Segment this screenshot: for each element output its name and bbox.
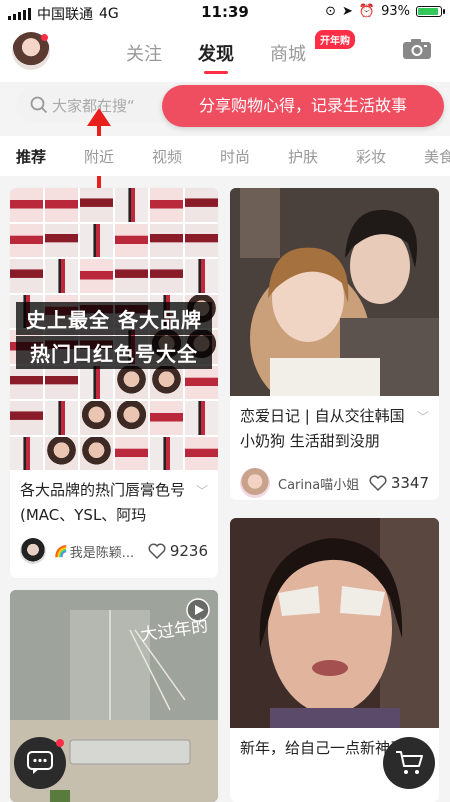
cart-icon [396,751,423,774]
rainbow-icon: 🌈 [54,544,68,558]
user-avatar[interactable] [12,32,50,70]
category-fashion[interactable]: 时尚 [220,146,250,167]
card-title: 恋爱日记 | 自从交往韩国小奶狗 生活甜到没朋 [240,407,405,450]
mall-badge: 开年购 [315,30,355,49]
location-icon: ➤ [342,4,353,19]
collage-tile [10,436,43,470]
play-icon[interactable] [186,598,210,622]
collage-tile [80,259,113,293]
collage-tile [80,436,113,470]
category-makeup[interactable]: 彩妆 [356,146,386,167]
top-tabs: 关注 发现 商城 [126,40,306,74]
collage-tile [185,223,218,257]
tab-follow[interactable]: 关注 [126,40,162,66]
chat-icon [27,751,53,774]
collage-tile [10,188,43,222]
alarm-icon: ⏰ [358,4,376,19]
collage-tile [45,188,78,222]
collage-tile [115,188,148,222]
collage-tile [185,436,218,470]
feed-card[interactable]: 史上最全 各大品牌 热门口红色号大全 各大品牌的热门唇膏色号(MAC、YSL、阿… [10,188,218,578]
card-meta: 🌈 我是陈颖... 9236 [20,538,208,564]
collage-tile [10,365,43,399]
category-food[interactable]: 美食 [424,146,450,167]
collage-tile [45,401,78,435]
search-icon [30,96,48,114]
collage-tile [80,188,113,222]
unread-dot [56,739,64,747]
collage-tile [185,365,218,399]
author-avatar[interactable] [20,538,46,564]
collage-tile [150,436,183,470]
image-caption-line1: 史上最全 各大品牌 [16,302,212,335]
collage-tile [185,259,218,293]
like-count: 3347 [390,474,429,492]
collage-tile [115,259,148,293]
rotation-lock-icon: ⊙ [325,4,336,19]
selfie-photo [230,518,439,728]
collage-tile [185,188,218,222]
collage-tile [80,401,113,435]
like-count: 9236 [169,542,208,560]
collage-tile [115,223,148,257]
collage-tile [45,223,78,257]
card-meta: Carina喵小姐 3347 [240,468,429,498]
collage-tile [80,223,113,257]
collage-tile [150,365,183,399]
collage-tile [80,365,113,399]
collage-tile [115,365,148,399]
tab-discover[interactable]: 发现 [198,40,234,74]
collage-tile [150,259,183,293]
author-name[interactable]: Carina喵小姐 [278,474,365,493]
collage-tile [150,188,183,222]
chevron-down-icon[interactable]: ﹀ [417,408,429,425]
collage-tile [45,259,78,293]
heart-icon[interactable] [369,475,387,491]
collage-tile [150,401,183,435]
collage-tile [45,436,78,470]
couple-photo [230,188,439,396]
category-nearby[interactable]: 附近 [84,146,114,167]
author-avatar[interactable] [240,468,270,498]
collage-tile [10,259,43,293]
collage-tile [115,401,148,435]
card-title: 各大品牌的热门唇膏色号(MAC、YSL、阿玛 [20,481,186,524]
collage-tile [185,401,218,435]
collage-tile [45,365,78,399]
camera-icon[interactable] [402,38,432,60]
status-bar: 中国联通 4G 11:39 ⊙ ➤ ⏰ 93% [0,0,450,26]
heart-icon[interactable] [148,543,166,559]
lipstick-collage-image: 史上最全 各大品牌 热门口红色号大全 [10,188,218,470]
chevron-down-icon[interactable]: ﹀ [196,482,208,499]
category-tabs: 推荐 附近 视频 时尚 护肤 彩妆 美食 [0,136,450,176]
notification-dot [41,34,48,41]
image-caption-line2: 热门口红色号大全 [16,336,212,369]
feed-card[interactable]: 恋爱日记 | 自从交往韩国小奶狗 生活甜到没朋 ﹀ Carina喵小姐 3347 [230,188,439,500]
battery-percent: 93% [381,4,410,19]
tab-mall[interactable]: 商城 [270,40,306,66]
publish-tooltip[interactable]: 分享购物心得，记录生活故事 [162,85,444,127]
category-skincare[interactable]: 护肤 [288,146,318,167]
category-video[interactable]: 视频 [152,146,182,167]
message-button[interactable] [14,737,66,789]
category-recommend[interactable]: 推荐 [16,146,46,167]
battery-icon [416,6,445,17]
cart-button[interactable] [383,737,435,789]
collage-tile [10,401,43,435]
collage-tile [115,436,148,470]
collage-tile [10,223,43,257]
top-header: 关注 发现 商城 开年购 [0,26,450,82]
author-name[interactable]: 我是陈颖... [70,542,144,561]
collage-tile [150,223,183,257]
